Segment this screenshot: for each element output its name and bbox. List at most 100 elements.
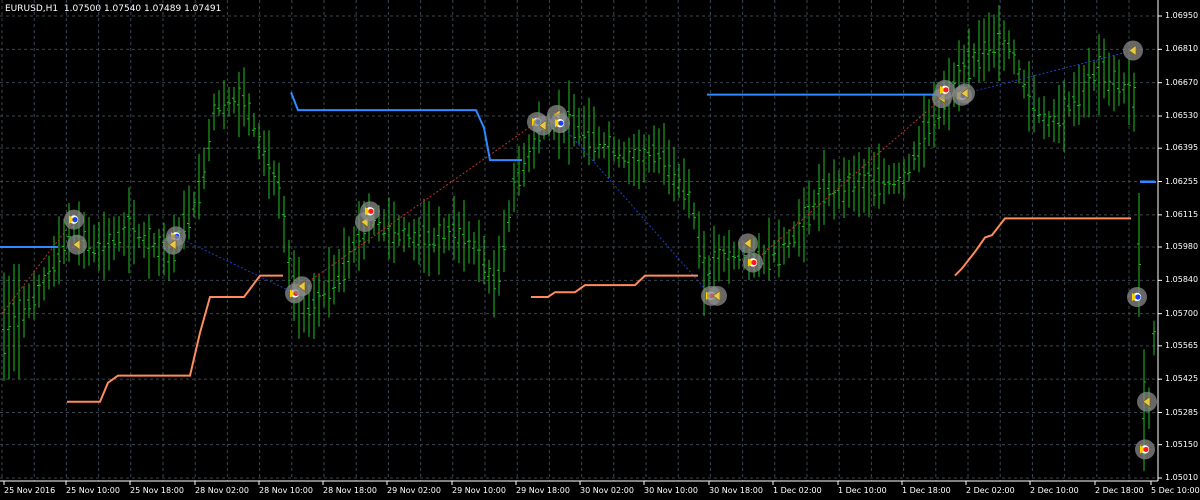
candle-bar: [32, 270, 36, 320]
candle-bar: [527, 134, 531, 173]
candle-bar: [1127, 58, 1131, 125]
candle-bar: [857, 152, 861, 217]
candle-bar: [827, 172, 831, 207]
candle-bar: [677, 163, 681, 198]
price-axis-label: 1.06950: [1165, 11, 1199, 20]
candle-bar: [27, 283, 31, 319]
candle-bar: [902, 158, 906, 199]
candle-bar: [317, 273, 321, 327]
candle-bar: [837, 170, 841, 210]
candle-bar: [87, 217, 91, 266]
candle-bar: [887, 165, 891, 195]
candle-bar: [922, 95, 926, 168]
candle-bar: [272, 160, 276, 196]
price-chart[interactable]: [0, 0, 1200, 500]
candle-bar: [622, 141, 626, 168]
candle-bar: [122, 212, 126, 256]
candle-bar: [112, 216, 116, 261]
candle-bar: [327, 246, 331, 318]
trade-marker-buy: [550, 113, 570, 134]
candle-bar: [347, 236, 351, 279]
time-axis-label: 28 Nov 02:00: [195, 486, 249, 495]
candle-bar: [407, 222, 411, 248]
last-price-marker: [1140, 180, 1156, 183]
candle-bar: [457, 211, 461, 264]
candle-bar: [47, 255, 51, 290]
candle-bar: [777, 219, 781, 278]
time-axis-label: 29 Nov 10:00: [452, 486, 506, 495]
candle-bar: [1072, 71, 1076, 127]
candle-bar: [212, 93, 216, 131]
trade-marker-close: [67, 234, 87, 255]
candle-bar: [202, 147, 206, 190]
candle-bar: [7, 275, 11, 380]
candle-bar: [672, 146, 676, 202]
trade-marker-close: [707, 285, 727, 306]
candle-bar: [657, 128, 661, 174]
time-axis-label: 30 Nov 18:00: [709, 486, 763, 495]
candle-bar: [437, 206, 441, 275]
price-axis-label: 1.06530: [1165, 111, 1199, 121]
candle-bar: [442, 217, 446, 254]
candle-bar: [1132, 72, 1136, 132]
candle-bar: [197, 153, 201, 220]
candle-bar: [642, 134, 646, 183]
trade-marker-close: [738, 233, 758, 254]
candle-bar: [17, 263, 21, 379]
time-axis-label: 29 Nov 18:00: [516, 486, 570, 495]
ohlc-values: 1.07500 1.07540 1.07489 1.07491: [63, 4, 222, 14]
candle-bar: [972, 43, 976, 77]
trade-marker-buy: [64, 209, 84, 230]
candle-bar: [927, 98, 931, 147]
support-line: [67, 274, 283, 403]
candle-bar: [652, 125, 656, 173]
candle-bar: [502, 209, 506, 273]
candle-bar: [877, 143, 881, 209]
candle-bar: [352, 226, 356, 263]
candle-bar: [412, 218, 416, 261]
time-axis-label: 2 Dec 10:00: [1030, 486, 1079, 495]
trend-connector: [964, 50, 1134, 94]
candle-bar: [1007, 30, 1011, 60]
candle-bar: [232, 87, 236, 114]
candle-bar: [627, 137, 631, 185]
candle-bar: [612, 136, 616, 162]
candle-bar: [872, 152, 876, 206]
candle-bar: [912, 141, 916, 171]
candle-bar: [797, 199, 801, 257]
trade-marker-sell: [743, 252, 763, 273]
trade-marker-sell: [360, 201, 380, 222]
candle-bar: [842, 157, 846, 218]
candle-bar: [267, 130, 271, 200]
candle-bar: [1017, 59, 1021, 84]
candle-bar: [907, 153, 911, 182]
trade-marker-close: [1123, 40, 1143, 61]
candle-bar: [1112, 55, 1116, 112]
candle-bar: [507, 200, 511, 233]
candle-bar: [382, 209, 386, 242]
candle-bar: [1052, 99, 1056, 143]
time-axis-label: 1 Dec 10:00: [838, 486, 887, 495]
candle-bar: [262, 130, 266, 176]
price-axis-label: 1.05980: [1165, 242, 1199, 251]
candle-bar: [57, 216, 61, 285]
candle-bar: [977, 20, 981, 83]
buy-dot-icon: [1135, 294, 1141, 300]
candle-bar: [852, 155, 856, 212]
candle-bar: [137, 223, 141, 248]
candle-bar: [1102, 38, 1106, 99]
candle-bar: [607, 121, 611, 179]
candle-bar: [637, 129, 641, 189]
chart-window[interactable]: EURUSD,H1 1.07500 1.07540 1.07489 1.0749…: [0, 0, 1200, 500]
candle-bar: [1027, 61, 1031, 132]
candle-bar: [1022, 69, 1026, 99]
candle-bar: [1097, 34, 1101, 115]
candle-bar: [847, 159, 851, 208]
candle-bar: [467, 221, 471, 264]
sell-dot-icon: [751, 259, 757, 266]
buy-dot-icon: [558, 120, 564, 126]
sell-dot-icon: [1143, 446, 1149, 453]
candle-bar: [487, 259, 491, 294]
price-axis-label: 1.05150: [1165, 439, 1199, 449]
candle-bar: [252, 113, 256, 137]
